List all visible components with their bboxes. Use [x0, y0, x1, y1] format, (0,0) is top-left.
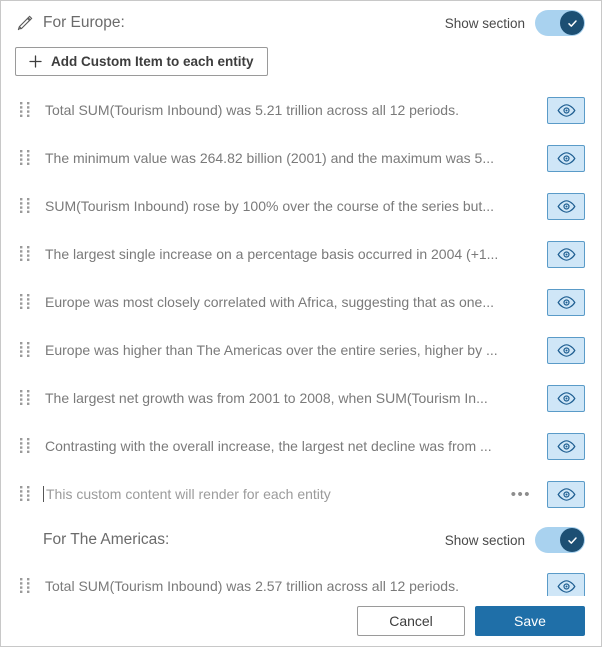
list-item-text: The largest net growth was from 2001 to …	[45, 390, 488, 406]
list-item-text: Total SUM(Tourism Inbound) was 2.57 tril…	[45, 578, 459, 594]
drag-handle-icon[interactable]	[19, 197, 31, 215]
list-item-text: Europe was most closely correlated with …	[45, 294, 495, 310]
eye-icon	[556, 103, 576, 117]
list-item-text: SUM(Tourism Inbound) rose by 100% over t…	[45, 198, 494, 214]
save-button[interactable]: Save	[475, 606, 585, 636]
list-item-text: The largest single increase on a percent…	[45, 246, 499, 262]
eye-icon	[556, 579, 576, 593]
visibility-toggle-button[interactable]	[547, 144, 585, 172]
section-title: For Europe:	[43, 14, 125, 31]
eye-icon	[556, 439, 576, 453]
list-item[interactable]: The largest single increase on a percent…	[1, 230, 601, 278]
section-header-controls: Show section	[445, 10, 585, 36]
overflow-menu-button[interactable]: •••	[511, 487, 531, 502]
drag-handle-icon[interactable]	[19, 245, 31, 263]
add-custom-item-row: Add Custom Item to each entity	[1, 45, 601, 86]
section-title: For The Americas:	[43, 531, 170, 548]
visibility-toggle-button[interactable]	[547, 432, 585, 460]
drag-handle-icon[interactable]	[19, 485, 31, 503]
visibility-toggle-button[interactable]	[547, 192, 585, 220]
list-item[interactable]: Contrasting with the overall increase, t…	[1, 422, 601, 470]
list-item-text: Total SUM(Tourism Inbound) was 5.21 tril…	[45, 102, 459, 118]
edit-sections-dialog: For Europe: Show section Add Custom Item…	[0, 0, 602, 647]
show-section-toggle[interactable]	[535, 527, 585, 553]
list-item[interactable]: The minimum value was 264.82 billion (20…	[1, 134, 601, 182]
visibility-toggle-button[interactable]	[547, 384, 585, 412]
visibility-toggle-button[interactable]	[547, 480, 585, 508]
sections-scroll-area[interactable]: For Europe: Show section Add Custom Item…	[1, 1, 601, 597]
visibility-toggle-button[interactable]	[547, 288, 585, 316]
section-header-controls: Show section	[445, 527, 585, 553]
eye-icon	[556, 391, 576, 405]
drag-handle-icon[interactable]	[19, 293, 31, 311]
list-item-text: The minimum value was 264.82 billion (20…	[45, 150, 494, 166]
list-item[interactable]: Europe was most closely correlated with …	[1, 278, 601, 326]
visibility-toggle-button[interactable]	[547, 336, 585, 364]
eye-icon	[556, 151, 576, 165]
list-item[interactable]: Total SUM(Tourism Inbound) was 5.21 tril…	[1, 86, 601, 134]
section-header-the-americas: For The Americas: Show section	[1, 518, 601, 562]
show-section-toggle[interactable]	[535, 10, 585, 36]
toggle-knob	[560, 11, 584, 35]
drag-handle-icon[interactable]	[19, 101, 31, 119]
list-item-text: Europe was higher than The Americas over…	[45, 342, 498, 358]
eye-icon	[556, 343, 576, 357]
eye-icon	[556, 199, 576, 213]
visibility-toggle-button[interactable]	[547, 96, 585, 124]
drag-handle-icon[interactable]	[19, 149, 31, 167]
toggle-knob	[560, 528, 584, 552]
section-header-europe: For Europe: Show section	[1, 1, 601, 45]
show-section-label: Show section	[444, 15, 525, 31]
eye-icon	[556, 247, 576, 261]
drag-handle-icon[interactable]	[19, 389, 31, 407]
list-item-text: Contrasting with the overall increase, t…	[45, 438, 492, 454]
drag-handle-icon[interactable]	[19, 341, 31, 359]
list-item[interactable]: Total SUM(Tourism Inbound) was 2.57 tril…	[1, 562, 601, 596]
show-section-label: Show section	[444, 532, 525, 548]
plus-icon	[29, 55, 42, 68]
visibility-toggle-button[interactable]	[547, 240, 585, 268]
eye-icon	[556, 487, 576, 501]
drag-handle-icon[interactable]	[19, 437, 31, 455]
check-icon	[567, 536, 577, 544]
add-custom-item-label: Add Custom Item to each entity	[51, 54, 254, 69]
list-item[interactable]: The largest net growth was from 2001 to …	[1, 374, 601, 422]
visibility-toggle-button[interactable]	[547, 572, 585, 596]
add-custom-item-button[interactable]: Add Custom Item to each entity	[15, 47, 268, 76]
list-item[interactable]: SUM(Tourism Inbound) rose by 100% over t…	[1, 182, 601, 230]
eye-icon	[556, 295, 576, 309]
pencil-edit-icon[interactable]	[15, 13, 35, 33]
dialog-footer: Cancel Save	[1, 596, 601, 646]
cancel-button[interactable]: Cancel	[357, 606, 465, 636]
list-item[interactable]: Europe was higher than The Americas over…	[1, 326, 601, 374]
drag-handle-icon[interactable]	[19, 577, 31, 595]
check-icon	[567, 19, 577, 27]
custom-content-item[interactable]: This custom content will render for each…	[1, 470, 601, 518]
custom-content-input[interactable]: This custom content will render for each…	[43, 486, 511, 502]
